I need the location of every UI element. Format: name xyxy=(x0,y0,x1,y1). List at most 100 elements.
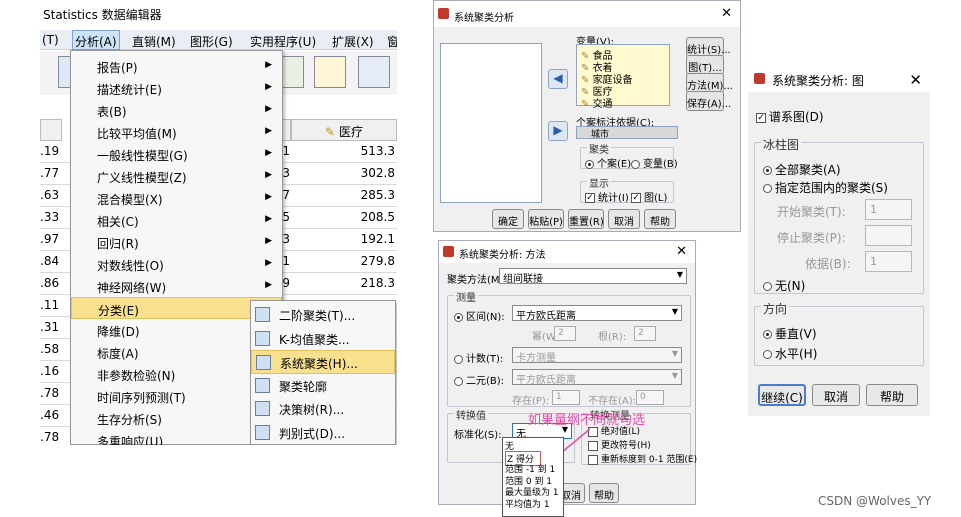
table-cell[interactable]: 208.5 xyxy=(361,210,395,224)
table-cell[interactable]: 279.8 xyxy=(361,254,395,268)
table-cell[interactable]: 302.8 xyxy=(361,166,395,180)
data-table-icon[interactable] xyxy=(358,56,390,88)
table-cell[interactable]: .97 xyxy=(40,232,59,246)
binary-measure-select[interactable]: 平方欧氏距离 ▼ xyxy=(512,369,682,386)
menu-transform[interactable]: (T) xyxy=(42,33,59,47)
cluster-method-select[interactable]: 组间联接 ▼ xyxy=(499,268,687,285)
radio-no-icicle[interactable]: 无(N) xyxy=(763,277,805,294)
discriminant-icon xyxy=(255,424,270,440)
analyze-menu-item[interactable]: 相关(C) ▶ xyxy=(71,209,282,231)
analyze-menu-item[interactable]: 比较平均值(M) ▶ xyxy=(71,121,282,143)
close-icon[interactable]: ✕ xyxy=(676,244,687,259)
variables-icon[interactable] xyxy=(314,56,346,88)
analyze-menu-item[interactable]: 表(B) ▶ xyxy=(71,99,282,121)
radio-horizontal[interactable]: 水平(H) xyxy=(763,345,817,362)
col-header[interactable] xyxy=(40,119,62,141)
selected-variables-list[interactable]: ✎ 食品 ✎ 衣着 ✎ 家庭设备 ✎ 医疗 ✎ 交通 xyxy=(576,44,670,110)
table-cell[interactable]: .31 xyxy=(40,320,59,334)
checkbox-display-statistics[interactable]: ✓ 统计(I) xyxy=(585,189,629,204)
table-cell[interactable]: .63 xyxy=(40,188,59,202)
help-button[interactable]: 帮助 xyxy=(644,209,676,229)
menu-direct-marketing[interactable]: 直销(M) xyxy=(132,33,176,50)
plots-button[interactable]: 图(T)... xyxy=(686,55,724,75)
table-cell[interactable]: .46 xyxy=(40,408,59,422)
paste-button[interactable]: 粘贴(P) xyxy=(528,209,564,229)
analyze-menu-item[interactable]: 描述统计(E) ▶ xyxy=(71,77,282,99)
menu-graphs[interactable]: 图形(G) xyxy=(190,33,233,50)
table-cell[interactable]: .78 xyxy=(40,386,59,400)
classify-menu-item[interactable]: K-均值聚类... xyxy=(251,327,395,351)
by-field[interactable]: 1 xyxy=(865,251,912,272)
absent-field[interactable]: 0 xyxy=(636,390,664,405)
menu-utilities[interactable]: 实用程序(U) xyxy=(250,33,316,50)
table-cell[interactable]: .58 xyxy=(40,342,59,356)
chevron-right-icon: ▶ xyxy=(265,126,272,136)
start-cluster-field[interactable]: 1 xyxy=(865,199,912,220)
menu-analyze[interactable]: 分析(A) xyxy=(72,30,120,50)
cancel-button[interactable]: 取消 xyxy=(812,384,860,406)
reset-button[interactable]: 重置(R) xyxy=(568,209,604,229)
root-select[interactable]: 2 xyxy=(634,326,656,341)
interval-measure-select[interactable]: 平方欧氏距离 ▼ xyxy=(512,305,682,322)
case-label-field[interactable]: 城市 xyxy=(576,126,678,140)
analyze-menu-item[interactable]: 广义线性模型(Z) ▶ xyxy=(71,165,282,187)
ok-button[interactable]: 确定 xyxy=(492,209,524,229)
radio-cluster-cases[interactable]: 个案(E) xyxy=(585,155,631,170)
list-item[interactable]: ✎ 交通 xyxy=(581,95,613,110)
close-icon[interactable]: ✕ xyxy=(721,6,732,21)
radio-vertical[interactable]: 垂直(V) xyxy=(763,325,817,342)
measure-group: 测量 区间(N): 平方欧氏距离 ▼ 幂(W): 2 根(R): 2 计数(T):… xyxy=(447,289,691,407)
move-variables-arrow-icon[interactable]: ◀ xyxy=(548,69,568,89)
radio-binary[interactable]: 二元(B): xyxy=(454,372,504,387)
help-button[interactable]: 帮助 xyxy=(589,483,619,503)
analyze-menu-item[interactable]: 神经网络(W) ▶ xyxy=(71,275,282,297)
classify-menu-item[interactable]: 决策树(R)... xyxy=(251,397,395,421)
radio-all-clusters[interactable]: 全部聚类(A) xyxy=(763,161,841,178)
radio-cluster-variables[interactable]: 变量(B) xyxy=(631,155,678,170)
classify-menu-item[interactable]: 判别式(D)... xyxy=(251,421,395,445)
move-case-label-arrow-icon[interactable]: ▶ xyxy=(548,121,568,141)
table-cell[interactable]: 285.3 xyxy=(361,188,395,202)
checkbox-dendrogram[interactable]: ✓ 谱系图(D) xyxy=(756,108,824,125)
present-field[interactable]: 1 xyxy=(552,390,580,405)
continue-button[interactable]: 继续(C) xyxy=(758,384,806,406)
classify-menu-item[interactable]: 聚类轮廓 xyxy=(251,374,395,398)
method-button[interactable]: 方法(M)... xyxy=(686,73,733,93)
menu-window[interactable]: 窗 xyxy=(387,33,397,50)
checkbox-display-plots[interactable]: ✓ 图(L) xyxy=(631,189,667,204)
table-cell[interactable]: .77 xyxy=(40,166,59,180)
analyze-menu-item[interactable]: 一般线性模型(G) ▶ xyxy=(71,143,282,165)
analyze-menu-item[interactable]: 对数线性(O) ▶ xyxy=(71,253,282,275)
source-variable-list[interactable] xyxy=(440,43,542,203)
table-cell[interactable]: .19 xyxy=(40,144,59,158)
analyze-menu-item[interactable]: 报告(P) ▶ xyxy=(71,55,282,77)
close-icon[interactable]: ✕ xyxy=(909,71,922,89)
table-cell[interactable]: 218.3 xyxy=(361,276,395,290)
dropdown-option[interactable]: 平均值为 1 xyxy=(505,497,550,510)
radio-count[interactable]: 计数(T): xyxy=(454,350,503,365)
table-cell[interactable]: .86 xyxy=(40,276,59,290)
save-button[interactable]: 保存(A)... xyxy=(686,91,731,111)
radio-range-clusters[interactable]: 指定范围内的聚类(S) xyxy=(763,179,888,196)
power-select[interactable]: 2 xyxy=(554,326,576,341)
checkbox-rescale[interactable]: 重新标度到 0-1 范围(E) xyxy=(588,452,697,465)
analyze-menu-item[interactable]: 回归(R) ▶ xyxy=(71,231,282,253)
table-cell[interactable]: 192.1 xyxy=(361,232,395,246)
table-cell[interactable]: .33 xyxy=(40,210,59,224)
menu-extensions[interactable]: 扩展(X) xyxy=(332,33,374,50)
help-button[interactable]: 帮助 xyxy=(866,384,918,406)
table-cell[interactable]: .84 xyxy=(40,254,59,268)
radio-interval[interactable]: 区间(N): xyxy=(454,308,505,323)
table-cell[interactable]: 513.3 xyxy=(361,144,395,158)
table-cell[interactable]: .11 xyxy=(40,298,59,312)
classify-menu-item[interactable]: 二阶聚类(T)... xyxy=(251,303,395,327)
table-cell[interactable]: .16 xyxy=(40,364,59,378)
col-header-medical[interactable]: ✎ 医疗 xyxy=(291,119,397,141)
cancel-button[interactable]: 取消 xyxy=(608,209,640,229)
classify-menu-item[interactable]: 系统聚类(H)... xyxy=(251,350,395,374)
statistics-button[interactable]: 统计(S)... xyxy=(686,37,731,57)
stop-cluster-field[interactable] xyxy=(865,225,912,246)
table-cell[interactable]: .78 xyxy=(40,430,59,444)
count-measure-select[interactable]: 卡方测量 ▼ xyxy=(512,347,682,364)
analyze-menu-item[interactable]: 混合模型(X) ▶ xyxy=(71,187,282,209)
